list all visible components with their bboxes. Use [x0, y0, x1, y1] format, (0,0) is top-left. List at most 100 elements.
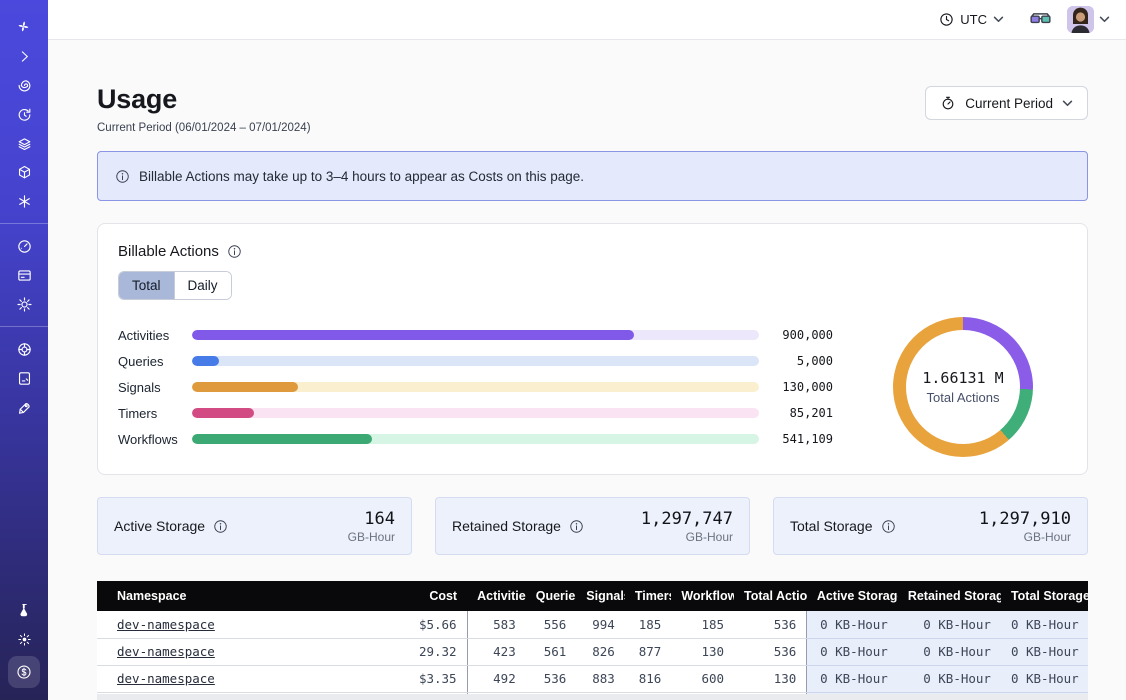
retained-storage-card: Retained Storage 1,297,747 GB-Hour	[435, 497, 750, 555]
book-icon[interactable]	[10, 364, 38, 392]
cell-total-storage: 0 KB-Hour	[1001, 665, 1088, 692]
table-row: dev-namespace 29.32 423 561 826 877 130 …	[97, 638, 1088, 665]
cell-cost: $5.66	[400, 611, 467, 638]
billable-actions-title: Billable Actions	[118, 243, 219, 260]
cell-retained-storage: 0 KB-Hour	[898, 665, 1001, 692]
namespace-usage-table: Namespace Cost Activities Queries Signal…	[97, 581, 1088, 700]
swirl-icon[interactable]	[10, 71, 38, 99]
billable-view-tabs: Total Daily	[118, 271, 232, 300]
flask-icon[interactable]	[10, 596, 38, 624]
tab-total[interactable]: Total	[119, 272, 174, 299]
storage-card-label: Active Storage	[114, 518, 205, 534]
period-dropdown-button[interactable]: Current Period	[925, 86, 1088, 120]
bar-row-timers: Timers 85,201	[118, 400, 833, 426]
cube-icon[interactable]	[10, 158, 38, 186]
bar-label: Workflows	[118, 432, 192, 447]
bar-row-queries: Queries 5,000	[118, 348, 833, 374]
glasses-icon[interactable]	[1030, 12, 1051, 27]
period-button-label: Current Period	[965, 96, 1053, 111]
cell-timers: 816	[625, 665, 672, 692]
active-storage-card: Active Storage 164 GB-Hour	[97, 497, 412, 555]
storage-card-label: Total Storage	[790, 518, 873, 534]
bar-track	[192, 434, 759, 444]
timer-icon[interactable]	[10, 100, 38, 128]
cell-signals: 826	[576, 638, 625, 665]
bar-fill	[192, 408, 254, 418]
chevron-down-icon	[993, 16, 1004, 23]
cell-retained-storage: 0 KB-Hour	[898, 611, 1001, 638]
namespace-link[interactable]: dev-namespace	[117, 644, 215, 659]
lifebuoy-icon[interactable]	[10, 335, 38, 363]
bar-track	[192, 382, 759, 392]
donut-center: 1.66131 M Total Actions	[906, 330, 1020, 444]
cell-active-storage: 0 KB-Hour	[807, 665, 898, 692]
layers-icon[interactable]	[10, 129, 38, 157]
user-menu[interactable]	[1067, 6, 1110, 33]
col-workflows: Workflows	[671, 581, 734, 611]
cell-queries: 536	[526, 665, 577, 692]
info-icon[interactable]	[569, 519, 584, 534]
billing-dollar-button[interactable]	[8, 656, 40, 688]
sidebar-nav	[0, 0, 48, 700]
sun-icon[interactable]	[10, 625, 38, 653]
bar-label: Queries	[118, 354, 192, 369]
col-active-storage: Active Storage	[807, 581, 898, 611]
bar-value: 900,000	[759, 328, 833, 342]
billable-chart-area: Activities 900,000 Queries 5,000 Signals	[118, 317, 1067, 457]
gauge-icon[interactable]	[10, 232, 38, 260]
sidebar-divider	[0, 326, 48, 327]
app-window: UTC	[0, 0, 1126, 700]
donut-chart-wrap: 1.66131 M Total Actions	[859, 317, 1067, 457]
col-activities: Activities	[467, 581, 526, 611]
page-header: Usage Current Period (06/01/2024 – 07/01…	[97, 84, 1088, 134]
info-icon[interactable]	[881, 519, 896, 534]
bar-value: 130,000	[759, 380, 833, 394]
timezone-selector[interactable]: UTC	[933, 8, 1010, 31]
dollar-icon	[15, 663, 33, 681]
gear-icon[interactable]	[10, 290, 38, 318]
bar-fill	[192, 382, 298, 392]
donut-total-value: 1.66131 M	[922, 369, 1003, 387]
info-icon[interactable]	[213, 519, 228, 534]
table-header-row: Namespace Cost Activities Queries Signal…	[97, 581, 1088, 611]
cell-active-storage: 0 KB-Hour	[807, 638, 898, 665]
bar-fill	[192, 356, 219, 366]
usage-bars: Activities 900,000 Queries 5,000 Signals	[118, 322, 859, 452]
asterisk-icon[interactable]	[10, 187, 38, 215]
namespace-link[interactable]: dev-namespace	[117, 671, 215, 686]
bar-value: 85,201	[759, 406, 833, 420]
sidebar-divider	[0, 223, 48, 224]
bar-value: 5,000	[759, 354, 833, 368]
cell-cost: $3.35	[400, 665, 467, 692]
expand-chevron-right-icon[interactable]	[10, 42, 38, 70]
table-row: dev-namespace $3.35 492 536 883 816 600 …	[97, 665, 1088, 692]
namespace-link[interactable]: dev-namespace	[117, 617, 215, 632]
info-banner: Billable Actions may take up to 3–4 hour…	[97, 151, 1088, 201]
info-icon	[115, 169, 130, 184]
info-icon[interactable]	[227, 244, 242, 259]
browser-window-icon[interactable]	[10, 261, 38, 289]
cell-queries: 556	[526, 611, 577, 638]
storage-card-unit: GB-Hour	[348, 530, 395, 544]
stopwatch-icon	[940, 95, 956, 111]
avatar[interactable]	[1067, 6, 1094, 33]
temporal-logo-icon[interactable]	[10, 13, 38, 41]
cell-total-actions: 536	[734, 638, 807, 665]
tab-daily[interactable]: Daily	[174, 272, 231, 299]
storage-card-unit: GB-Hour	[979, 530, 1071, 544]
timezone-label: UTC	[960, 12, 987, 27]
horizontal-scrollbar[interactable]	[97, 694, 1088, 700]
bar-label: Timers	[118, 406, 192, 421]
bar-track	[192, 408, 759, 418]
bar-track	[192, 330, 759, 340]
topbar: UTC	[48, 0, 1126, 40]
cell-total-storage: 0 KB-Hour	[1001, 638, 1088, 665]
cell-total-actions: 130	[734, 665, 807, 692]
bar-row-signals: Signals 130,000	[118, 374, 833, 400]
col-cost: Cost	[400, 581, 467, 611]
rocket-icon[interactable]	[10, 393, 38, 421]
cell-queries: 561	[526, 638, 577, 665]
cell-activities: 583	[467, 611, 526, 638]
storage-card-label: Retained Storage	[452, 518, 561, 534]
col-timers: Timers	[625, 581, 672, 611]
